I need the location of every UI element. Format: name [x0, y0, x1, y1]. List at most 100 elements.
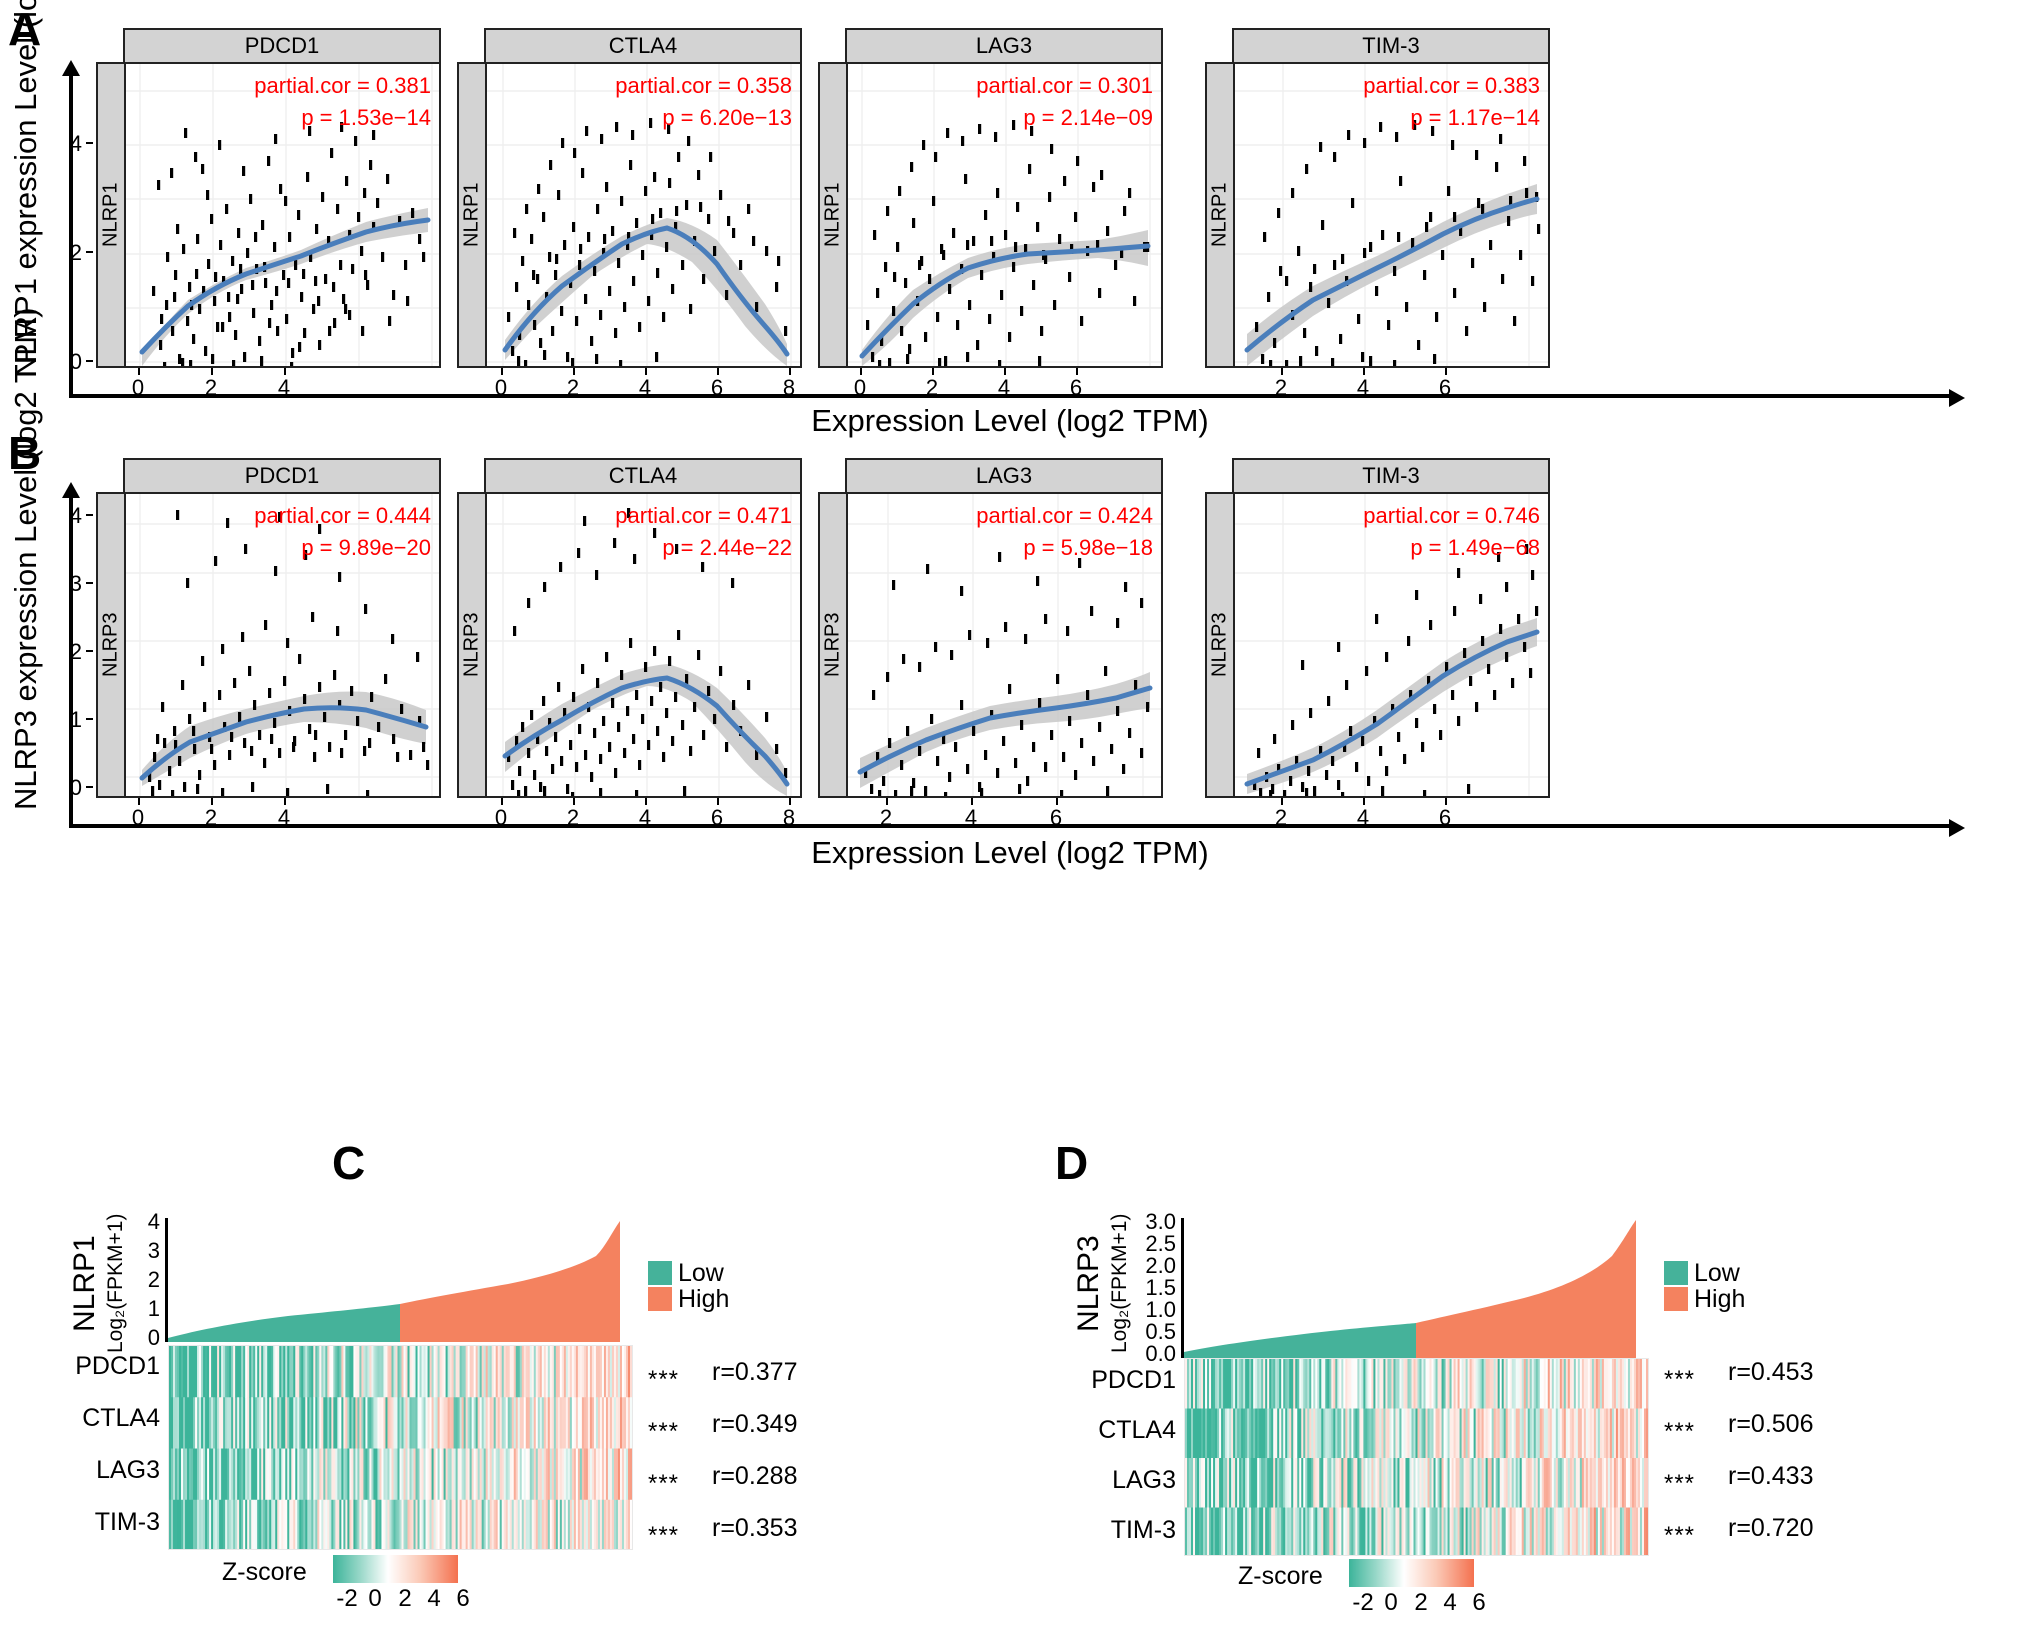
panel-d-ylabel-gene: NLRP3 — [1072, 1235, 1105, 1333]
panel-c-rvalue-tim3: r=0.353 — [712, 1514, 798, 1542]
panel-b-xtick-tim3-6: 6 — [1438, 805, 1452, 830]
panel-a-strip-y-ctla4: NLRP1 — [457, 62, 487, 368]
panel-c-gene-label-tim3: TIM-3 — [94, 1508, 160, 1536]
panel-a-ytick-0: 0 — [69, 349, 82, 374]
panel-c-bar-chart — [168, 1218, 633, 1342]
panel-d-ztick-neg2: -2 — [1352, 1589, 1374, 1616]
panel-b-x-axis-line — [69, 824, 1949, 828]
panel-b-xtickmark-ctla4-8 — [789, 798, 791, 805]
panel-a-strip-y-pdcd1: NLRP1 — [96, 62, 126, 368]
panel-a-xtick-tim3-6: 6 — [1438, 375, 1452, 400]
panel-d-legend-swatch-high — [1664, 1287, 1688, 1311]
panel-a-stats-pdcd1: partial.cor = 0.381 p = 1.53e−14 — [241, 70, 431, 134]
panel-a-xtick-ctla4-0: 0 — [494, 375, 508, 400]
panel-b-xtick-ctla4-0: 0 — [494, 805, 508, 830]
panel-d-gene-label-lag3: LAG3 — [1112, 1466, 1176, 1494]
panel-c-y-axis-label-sub: Log₂(FPKM+1) — [104, 1206, 130, 1361]
panel-d-ztick-4: 4 — [1443, 1589, 1457, 1616]
panel-a-xtickmark-tim3-6 — [1445, 368, 1447, 375]
panel-a-facet-strip-ctla4: CTLA4 — [484, 28, 802, 64]
panel-b-xtickmark-lag3-2 — [886, 798, 888, 805]
panel-b-xtick-lag3-4: 4 — [964, 805, 978, 830]
panel-a-xtick-pdcd1-2: 2 — [204, 375, 218, 400]
panel-a-facet-strip-pdcd1: PDCD1 — [123, 28, 441, 64]
panel-b-xtick-pdcd1-2: 2 — [204, 805, 218, 830]
panel-c-y-axis-label-main: NLRP1 — [68, 1214, 102, 1354]
panel-c-ytick-1: 1 — [147, 1296, 160, 1321]
panel-b-ytick-2: 2 — [69, 639, 82, 664]
panel-b-ytickmark-1 — [86, 718, 93, 720]
panel-c-rvalue-lag3: r=0.288 — [712, 1462, 798, 1490]
panel-a-ytickmark-0 — [86, 360, 93, 362]
panel-a-partialcor-pdcd1: partial.cor = 0.381 — [254, 73, 431, 98]
panel-a-pvalue-tim3: p = 1.17e−14 — [1410, 104, 1540, 130]
panel-a-ytickmark-4 — [86, 142, 93, 144]
panel-b-strip-y-pdcd1: NLRP3 — [96, 492, 126, 798]
panel-c-heatmap — [168, 1345, 633, 1550]
panel-c-stars-tim3: *** — [648, 1522, 680, 1549]
panel-a-stats-tim3: partial.cor = 0.383 p = 1.17e−14 — [1350, 70, 1540, 134]
panel-b-ytickmark-4 — [86, 514, 93, 516]
panel-b-ytick-4: 4 — [69, 503, 82, 528]
panel-a-ytick-4: 4 — [69, 131, 82, 156]
panel-b-partialcor-ctla4: partial.cor = 0.471 — [615, 503, 792, 528]
panel-b-strip-y-tim3: NLRP3 — [1205, 492, 1235, 798]
panel-b-facet-strip-ctla4: CTLA4 — [484, 458, 802, 494]
panel-c-ylabel-gene: NLRP1 — [68, 1235, 101, 1333]
panel-d-bar-chart — [1184, 1218, 1649, 1358]
panel-c-stars-ctla4: *** — [648, 1418, 680, 1445]
panel-c-legend-swatch-low — [648, 1261, 672, 1285]
panel-a-xtickmark-pdcd1-0 — [138, 368, 140, 375]
panel-b-xtickmark-lag3-6 — [1056, 798, 1058, 805]
panel-b-partialcor-lag3: partial.cor = 0.424 — [976, 503, 1153, 528]
panel-c-stars-lag3: *** — [648, 1470, 680, 1497]
panel-d-stars-tim3: *** — [1664, 1522, 1696, 1549]
panel-c-ztick-0: 0 — [368, 1585, 382, 1612]
panel-a-xtick-ctla4-4: 4 — [638, 375, 652, 400]
panel-b-ytickmark-0 — [86, 786, 93, 788]
panel-c-legend-label-high: High — [678, 1285, 730, 1313]
panel-a-xtickmark-ctla4-0 — [501, 368, 503, 375]
panel-c-gene-label-ctla4: CTLA4 — [82, 1404, 160, 1432]
panel-b-xtick-lag3-6: 6 — [1049, 805, 1063, 830]
panel-d-stars-lag3: *** — [1664, 1470, 1696, 1497]
panel-d-ztick-2: 2 — [1414, 1589, 1428, 1616]
panel-d-y-axis-label-main: NLRP3 — [1072, 1214, 1106, 1354]
panel-d-zscore-colorbar — [1349, 1559, 1474, 1587]
panel-b-stats-tim3: partial.cor = 0.746 p = 1.49e−68 — [1350, 500, 1540, 564]
panel-d-rvalue-tim3: r=0.720 — [1728, 1514, 1814, 1542]
panel-c-ztick-6: 6 — [456, 1585, 470, 1612]
panel-c-legend-swatch-high — [648, 1287, 672, 1311]
panel-b-pvalue-ctla4: p = 2.44e−22 — [662, 534, 792, 560]
panel-c-stars-pdcd1: *** — [648, 1366, 680, 1393]
panel-letter-c: C — [332, 1137, 366, 1189]
panel-c-ztick-4: 4 — [427, 1585, 441, 1612]
panel-d-rvalue-ctla4: r=0.506 — [1728, 1410, 1814, 1438]
panel-a-ytick-2: 2 — [69, 240, 82, 265]
panel-b-stats-pdcd1: partial.cor = 0.444 p = 9.89e−20 — [241, 500, 431, 564]
panel-a-xtickmark-pdcd1-2 — [211, 368, 213, 375]
panel-a-pvalue-ctla4: p = 6.20e−13 — [662, 104, 792, 130]
panel-b-stats-lag3: partial.cor = 0.424 p = 5.98e−18 — [963, 500, 1153, 564]
panel-a-xtick-ctla4-2: 2 — [566, 375, 580, 400]
panel-c-ytick-0: 0 — [147, 1325, 160, 1350]
panel-c-ytick-2: 2 — [147, 1267, 160, 1292]
panel-a-xtick-pdcd1-0: 0 — [131, 375, 145, 400]
panel-d-gene-label-ctla4: CTLA4 — [1098, 1416, 1176, 1444]
panel-d-stars-ctla4: *** — [1664, 1418, 1696, 1445]
panel-c-ztick-neg2: -2 — [336, 1585, 358, 1612]
panel-b-partialcor-pdcd1: partial.cor = 0.444 — [254, 503, 431, 528]
panel-c-gene-label-lag3: LAG3 — [96, 1456, 160, 1484]
panel-b-x-axis-label: Expression Level (log2 TPM) — [811, 835, 1209, 870]
panel-b-xtick-ctla4-2: 2 — [566, 805, 580, 830]
panel-d-stars-pdcd1: *** — [1664, 1366, 1696, 1393]
panel-a-xtick-lag3-6: 6 — [1069, 375, 1083, 400]
panel-a-xtickmark-ctla4-6 — [717, 368, 719, 375]
panel-b-xtickmark-pdcd1-2 — [211, 798, 213, 805]
panel-d-gene-label-tim3: TIM-3 — [1110, 1516, 1176, 1544]
panel-b-xtick-ctla4-4: 4 — [638, 805, 652, 830]
panel-b-stats-ctla4: partial.cor = 0.471 p = 2.44e−22 — [602, 500, 792, 564]
panel-c-heatmap-svg — [169, 1346, 632, 1549]
panel-a-xtickmark-lag3-4 — [1004, 368, 1006, 375]
panel-b-pvalue-tim3: p = 1.49e−68 — [1410, 534, 1540, 560]
